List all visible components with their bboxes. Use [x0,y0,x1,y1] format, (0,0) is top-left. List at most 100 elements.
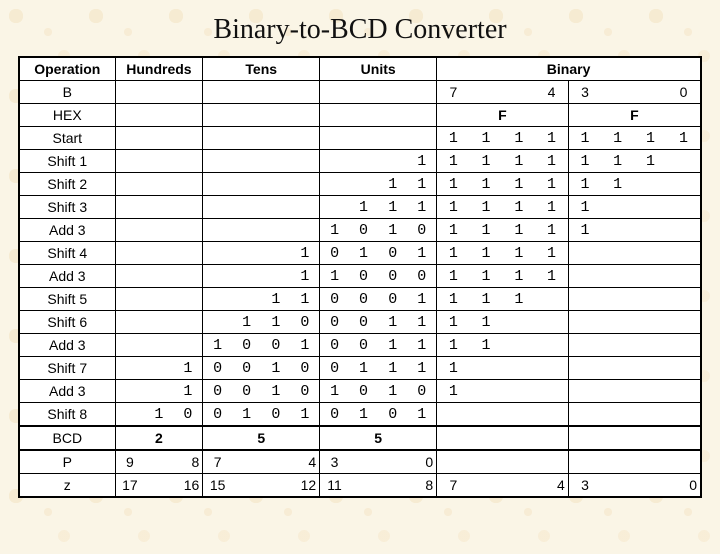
cell-tens: 1 [290,334,319,357]
cell-tens: 0 [261,334,290,357]
cell-binary [667,219,700,242]
cell-binary: 1 [601,127,634,150]
cell-binary: 1 [437,127,470,150]
cell-binary [535,357,568,380]
cell-units: 0 [349,219,378,242]
cell-op: Shift 6 [20,311,115,334]
cell-binary: 1 [568,196,601,219]
cell-tens [290,127,319,150]
step-row: Shift 211111111 [20,173,700,196]
cell-binary [634,311,667,334]
cell-op: P [20,450,115,474]
cell-tens: 1 [261,357,290,380]
cell-tens: 1 [232,403,261,427]
cell-binary: 1 [667,127,700,150]
cell-hundreds [115,242,144,265]
step-row: Add 3101011111 [20,219,700,242]
cell-hundreds [115,403,144,427]
cell-binary [502,311,535,334]
b-0: 0 [667,81,700,104]
cell-hundreds [174,127,203,150]
cell-tens: 0 [261,403,290,427]
cell-hundreds [174,288,203,311]
cell-binary: 1 [437,242,470,265]
cell-binary [601,196,634,219]
cell-binary: 1 [502,242,535,265]
cell-hundreds [174,311,203,334]
bcd-u: 5 [320,426,437,450]
cell-units: 1 [349,403,378,427]
cell-binary [502,403,535,427]
cell-units: 1 [349,196,378,219]
cell-op: Shift 5 [20,288,115,311]
cell-units [378,127,407,150]
cell-binary: 1 [437,196,470,219]
hdr-units: Units [320,58,437,81]
cell-hundreds: 0 [174,403,203,427]
cell-units [407,127,436,150]
cell-units: 1 [320,380,349,403]
cell-binary: 1 [568,150,601,173]
cell-op: Start [20,127,115,150]
cell-tens [203,311,232,334]
cell-binary: 1 [437,357,470,380]
cell-tens [261,150,290,173]
cell-binary: 1 [502,219,535,242]
cell-tens [203,288,232,311]
cell-binary: 1 [502,288,535,311]
cell-binary: 1 [535,127,568,150]
cell-binary: 1 [470,334,503,357]
cell-tens: 0 [203,403,232,427]
cell-binary [634,242,667,265]
cell-units: 1 [407,311,436,334]
cell-units: 0 [349,288,378,311]
hdr-operation: Operation [20,58,115,81]
cell-tens [232,196,261,219]
cell-units: 1 [407,357,436,380]
cell-units: 0 [407,219,436,242]
cell-tens [261,265,290,288]
cell-op: Shift 2 [20,173,115,196]
step-row: Shift 311111111 [20,196,700,219]
page-title: Binary-to-BCD Converter [0,14,720,46]
cell-op: Add 3 [20,219,115,242]
cell-tens: 1 [261,380,290,403]
cell-units: 1 [407,334,436,357]
cell-binary [601,265,634,288]
cell-units: 1 [378,334,407,357]
cell-binary: 1 [568,173,601,196]
cell-tens [203,196,232,219]
cell-tens [232,288,261,311]
cell-tens [290,173,319,196]
cell-units: 0 [320,357,349,380]
cell-binary [634,357,667,380]
cell-binary [634,265,667,288]
cell-binary [667,173,700,196]
cell-binary [667,403,700,427]
cell-binary: 1 [437,311,470,334]
cell-binary: 1 [634,127,667,150]
cell-binary [601,357,634,380]
cell-binary [634,219,667,242]
cell-hundreds: 1 [174,357,203,380]
cell-binary [470,357,503,380]
step-row: Add 3110001111 [20,265,700,288]
cell-hundreds [115,219,144,242]
cell-units: 0 [320,334,349,357]
row-z: z 17 16 15 12 11 8 7 4 3 0 [20,474,700,497]
cell-op: Add 3 [20,265,115,288]
cell-binary [634,196,667,219]
cell-binary [667,334,700,357]
cell-hundreds [144,150,173,173]
cell-binary [667,265,700,288]
cell-binary [568,265,601,288]
cell-units: 0 [378,242,407,265]
cell-units: 0 [349,334,378,357]
bcd-table-container: Operation Hundreds Tens Units Binary B 7… [18,56,702,498]
cell-tens [203,127,232,150]
cell-tens [290,219,319,242]
cell-units: 0 [349,265,378,288]
cell-binary [568,242,601,265]
cell-tens: 0 [232,334,261,357]
cell-tens [203,173,232,196]
